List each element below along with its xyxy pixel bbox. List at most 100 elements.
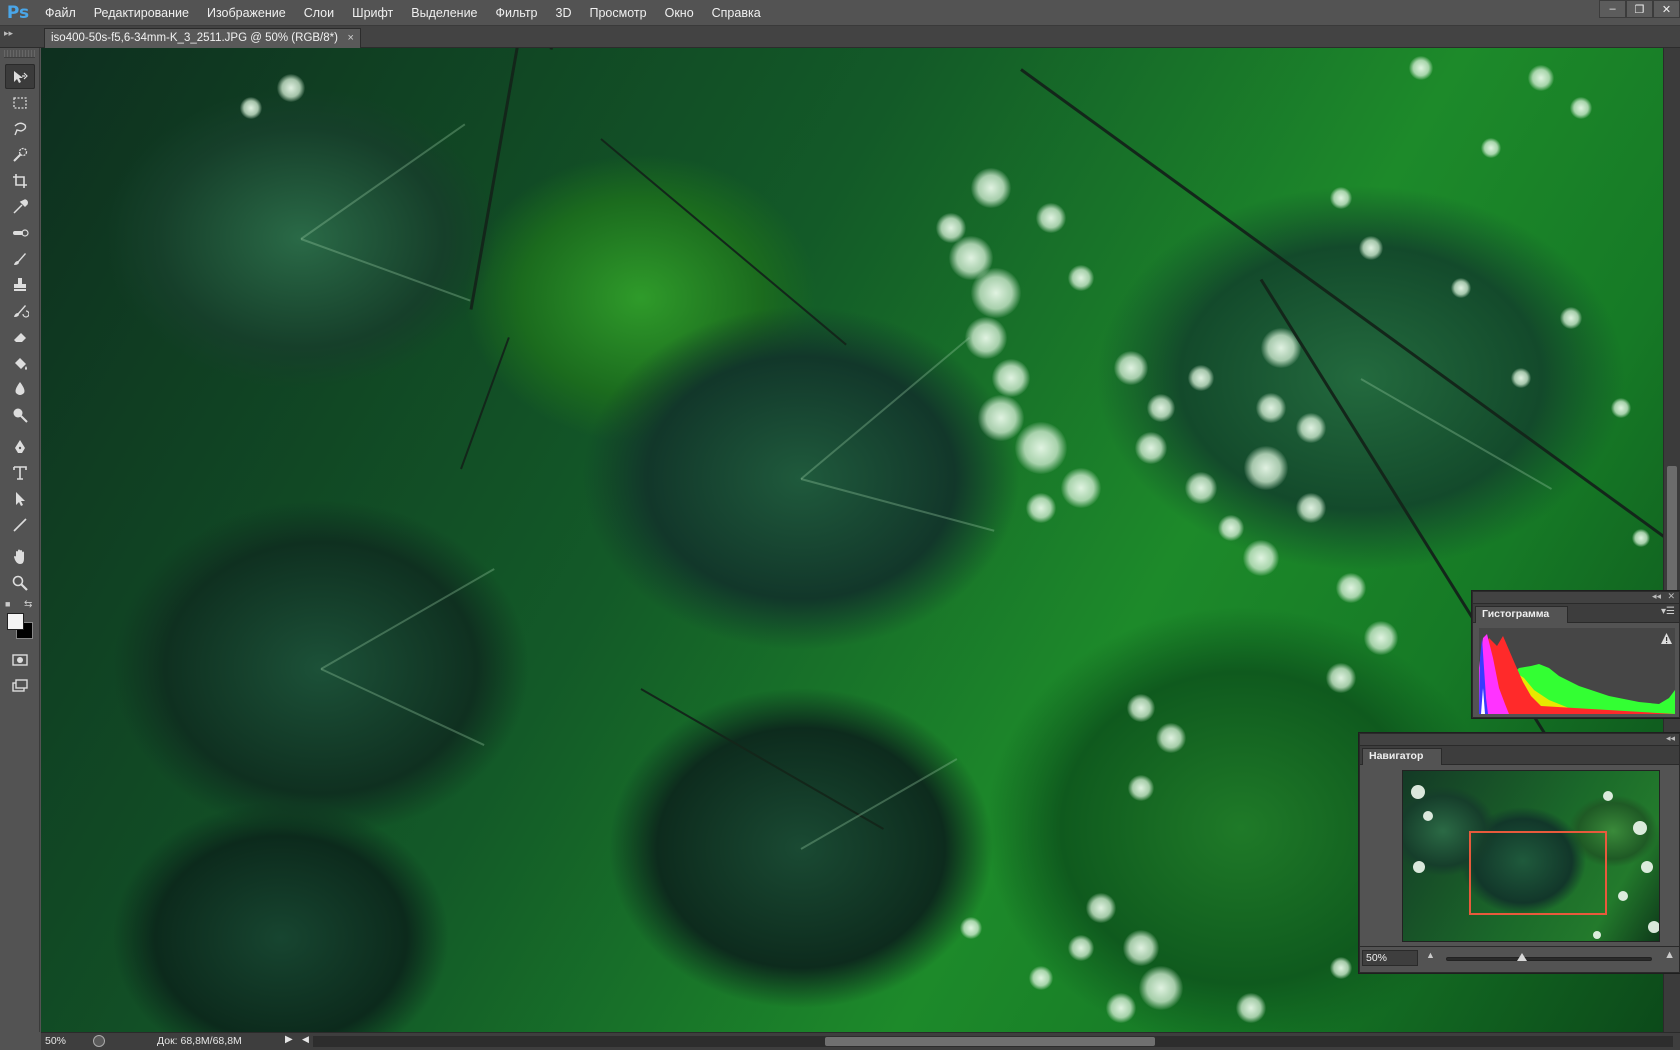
close-panel-icon[interactable]: ✕ bbox=[1667, 591, 1675, 602]
blur-tool[interactable] bbox=[5, 376, 35, 401]
bokeh-highlight bbox=[1114, 351, 1148, 385]
clone-stamp-tool[interactable] bbox=[5, 272, 35, 297]
pen-tool[interactable] bbox=[5, 434, 35, 459]
status-zoom-field[interactable]: 50% bbox=[45, 1035, 66, 1047]
menu-item-5[interactable]: Выделение bbox=[402, 0, 486, 26]
menu-item-9[interactable]: Окно bbox=[656, 0, 703, 26]
bokeh-highlight bbox=[971, 268, 1021, 318]
path-selection-tool[interactable] bbox=[5, 486, 35, 511]
menu-bar: Ps Файл Редактирование Изображение Слои Шриф… bbox=[0, 0, 1680, 26]
collapse-panel-icon[interactable]: ◂◂ bbox=[1666, 733, 1675, 744]
close-window-button[interactable]: ✕ bbox=[1653, 0, 1680, 18]
thumbnail-highlight bbox=[1648, 921, 1659, 933]
status-bar: 50% Док: 68,8M/68,8M ▶ ◀ bbox=[41, 1032, 1680, 1050]
type-tool[interactable] bbox=[5, 460, 35, 485]
spot-healing-icon bbox=[13, 228, 29, 237]
zoom-out-icon[interactable]: ▲ bbox=[1426, 950, 1435, 960]
navigator-zoom-slider[interactable] bbox=[1446, 957, 1652, 961]
paint-bucket-tool[interactable] bbox=[5, 350, 35, 375]
tab-histogram[interactable]: Гистограмма bbox=[1475, 606, 1569, 623]
zoom-in-icon[interactable]: ▲ bbox=[1664, 949, 1675, 961]
tab-navigator[interactable]: Навигатор bbox=[1362, 748, 1443, 765]
bokeh-highlight bbox=[1243, 540, 1279, 576]
minimize-button[interactable]: – bbox=[1599, 0, 1626, 18]
thumbnail-highlight bbox=[1593, 931, 1601, 939]
menu-item-4[interactable]: Шрифт bbox=[343, 0, 402, 26]
brush-tool[interactable] bbox=[5, 246, 35, 271]
eraser-tool[interactable] bbox=[5, 324, 35, 349]
history-brush-icon bbox=[14, 304, 29, 318]
quick-selection-tool[interactable] bbox=[5, 142, 35, 167]
bokeh-highlight bbox=[1244, 446, 1288, 490]
move-tool[interactable] bbox=[5, 64, 35, 89]
bokeh-highlight bbox=[1127, 694, 1155, 722]
menu-items: Файл Редактирование Изображение Слои Шрифт Вы… bbox=[36, 0, 770, 26]
bokeh-highlight bbox=[1139, 966, 1183, 1010]
menu-item-0[interactable]: Файл bbox=[36, 0, 85, 26]
bokeh-highlight bbox=[1570, 97, 1592, 119]
menu-item-3[interactable]: Слои bbox=[295, 0, 343, 26]
line-tool[interactable] bbox=[5, 512, 35, 537]
scroll-left-icon[interactable]: ◀ bbox=[302, 1034, 309, 1045]
bokeh-highlight bbox=[960, 917, 982, 939]
collapse-panel-icon[interactable]: ◂◂ bbox=[1652, 591, 1661, 602]
bokeh-highlight bbox=[1364, 621, 1398, 655]
status-menu-arrow-icon[interactable]: ▶ bbox=[285, 1034, 293, 1045]
panel-menu-icon[interactable]: ▾☰ bbox=[1661, 606, 1675, 617]
history-brush-tool[interactable] bbox=[5, 298, 35, 323]
hand-tool[interactable] bbox=[5, 544, 35, 569]
tool-list bbox=[0, 64, 39, 595]
spot-healing-tool[interactable] bbox=[5, 220, 35, 245]
swap-colors-icon[interactable]: ⇆ bbox=[24, 599, 32, 610]
horizontal-scroll-thumb[interactable] bbox=[825, 1037, 1155, 1046]
dodge-tool[interactable] bbox=[5, 402, 35, 427]
menu-item-7[interactable]: 3D bbox=[547, 0, 581, 26]
toolbox-grip[interactable] bbox=[4, 50, 35, 58]
leaf-vein bbox=[320, 568, 495, 670]
zoom-tool[interactable] bbox=[5, 570, 35, 595]
menu-item-1[interactable]: Редактирование bbox=[85, 0, 198, 26]
menu-item-8[interactable]: Просмотр bbox=[581, 0, 656, 26]
bokeh-highlight bbox=[1128, 775, 1154, 801]
bokeh-highlight bbox=[1409, 56, 1433, 80]
bokeh-highlight bbox=[1451, 278, 1471, 298]
bokeh-highlight bbox=[1336, 573, 1366, 603]
toolbox: ■ ⇆ bbox=[0, 48, 40, 1032]
bokeh-highlight bbox=[1026, 493, 1056, 523]
document-tab[interactable]: iso400-50s-f5,6-34mm-K_3_2511.JPG @ 50% … bbox=[44, 28, 361, 48]
lasso-icon bbox=[14, 122, 27, 135]
quick-selection-icon bbox=[13, 147, 28, 162]
bokeh-highlight bbox=[1560, 307, 1582, 329]
bokeh-highlight bbox=[1330, 957, 1352, 979]
document-tab-close-button[interactable]: × bbox=[348, 29, 354, 48]
bokeh-highlight bbox=[1135, 432, 1167, 464]
marquee-tool[interactable] bbox=[5, 90, 35, 115]
eyedropper-tool[interactable] bbox=[5, 194, 35, 219]
clone-stamp-icon bbox=[14, 277, 26, 291]
crop-tool[interactable] bbox=[5, 168, 35, 193]
screen-mode-button[interactable] bbox=[5, 673, 35, 698]
menu-item-6[interactable]: Фильтр bbox=[487, 0, 547, 26]
menu-item-10[interactable]: Справка bbox=[703, 0, 770, 26]
bokeh-highlight bbox=[1296, 493, 1326, 523]
horizontal-scrollbar[interactable] bbox=[313, 1036, 1673, 1047]
quick-mask-button[interactable] bbox=[5, 647, 35, 672]
navigator-thumbnail[interactable] bbox=[1402, 770, 1660, 942]
navigator-view-box[interactable] bbox=[1469, 831, 1607, 915]
menu-item-2[interactable]: Изображение bbox=[198, 0, 295, 26]
bokeh-highlight bbox=[1156, 723, 1186, 753]
bokeh-highlight bbox=[1218, 515, 1244, 541]
line-icon bbox=[13, 517, 27, 532]
lasso-tool[interactable] bbox=[5, 116, 35, 141]
restore-button[interactable]: ❐ bbox=[1626, 0, 1653, 18]
document-profile-icon[interactable] bbox=[93, 1035, 105, 1047]
bokeh-highlight bbox=[971, 168, 1011, 208]
foreground-color-swatch[interactable] bbox=[7, 613, 24, 630]
plant-stem bbox=[549, 48, 722, 50]
default-colors-icon[interactable]: ■ bbox=[5, 599, 10, 609]
bokeh-highlight bbox=[1068, 265, 1094, 291]
warning-icon[interactable] bbox=[1660, 632, 1673, 645]
navigator-zoom-input[interactable]: 50% bbox=[1362, 950, 1418, 966]
collapse-tools-icon[interactable]: ▸▸ bbox=[4, 28, 13, 39]
navigator-zoom-slider-handle[interactable] bbox=[1517, 953, 1528, 961]
